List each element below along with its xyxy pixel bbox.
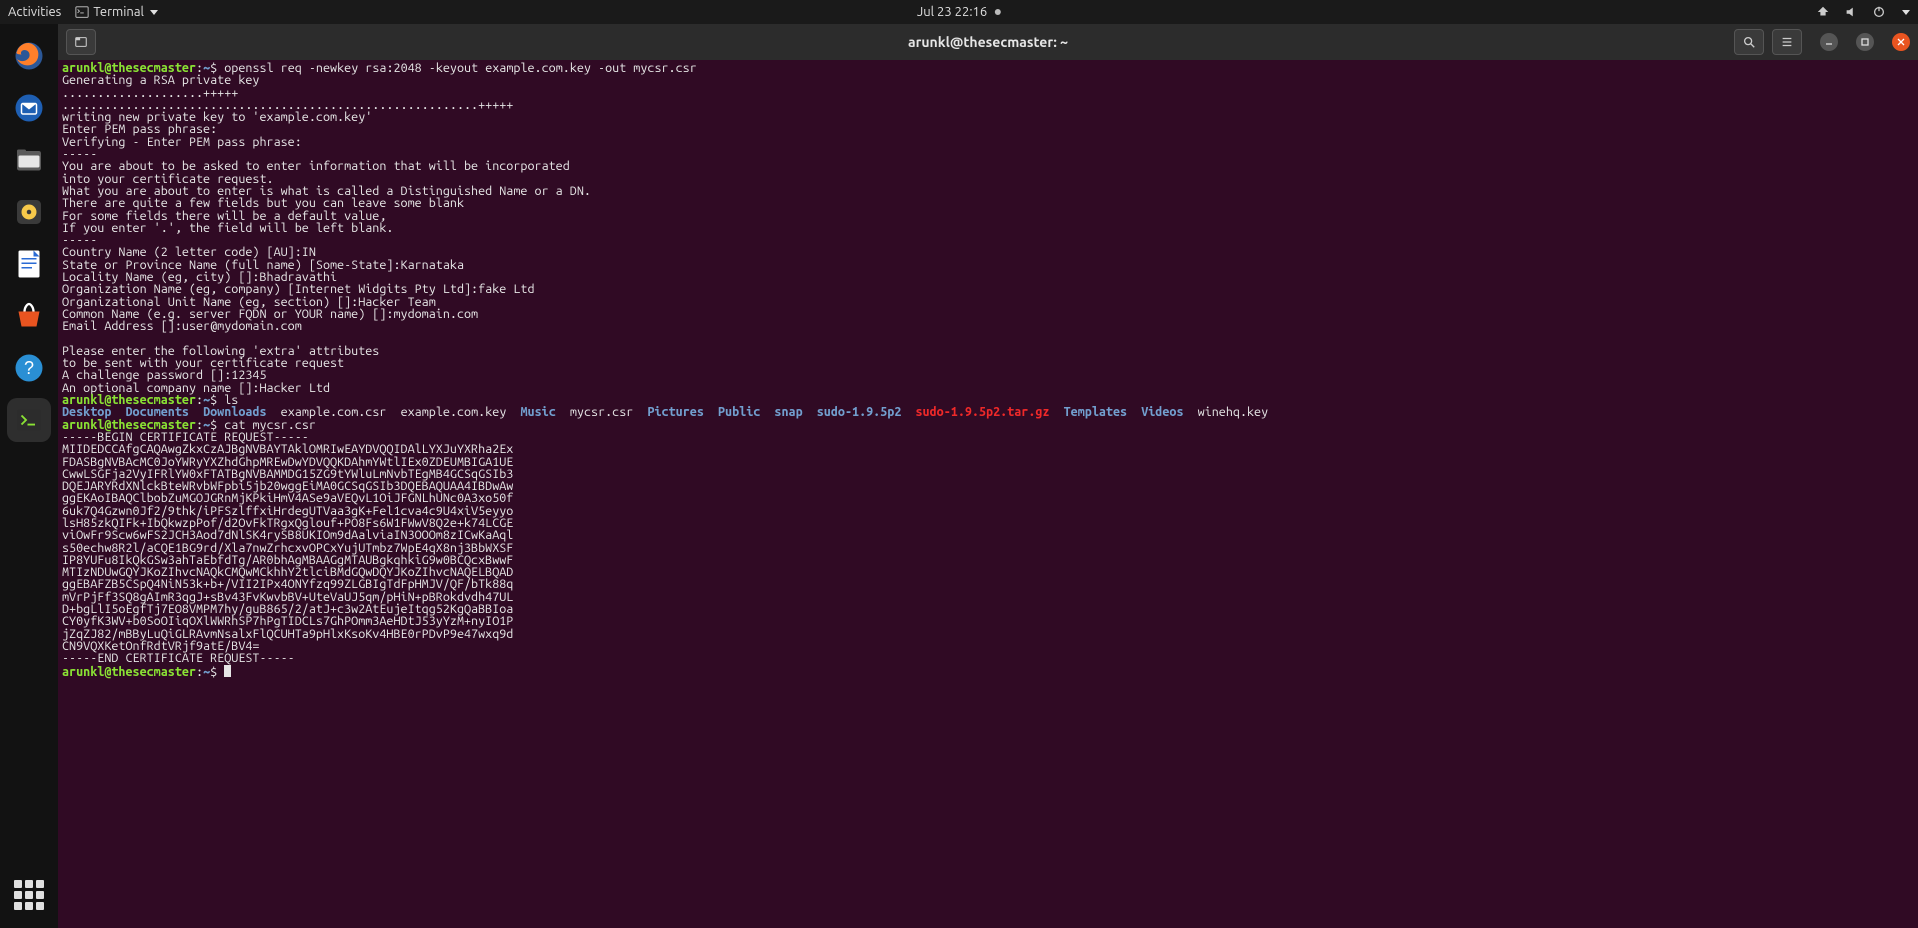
libreoffice-writer-icon (11, 246, 47, 282)
maximize-icon (1861, 38, 1869, 46)
tab-icon (74, 35, 88, 49)
ls-entry: sudo-1.9.5p2.tar.gz (916, 405, 1050, 419)
ls-entry: example.com.key (401, 405, 507, 419)
ls-entry: Music (520, 405, 555, 419)
dock-writer[interactable] (7, 242, 51, 286)
command: openssl req -newkey rsa:2048 -keyout exa… (224, 61, 697, 75)
firefox-icon (11, 38, 47, 74)
menu-button[interactable] (1772, 29, 1802, 55)
dock: ? (0, 24, 58, 928)
show-applications[interactable] (14, 880, 44, 910)
window-titlebar: arunkl@thesecmaster: ~ (58, 24, 1918, 60)
power-icon[interactable] (1872, 5, 1886, 19)
window-title: arunkl@thesecmaster: ~ (908, 34, 1068, 50)
ls-entry: Videos (1141, 405, 1183, 419)
ls-entry: Pictures (647, 405, 703, 419)
help-icon: ? (11, 350, 47, 386)
clock[interactable]: Jul 23 22:16 (917, 5, 987, 19)
gnome-topbar: Activities Terminal Jul 23 22:16 (0, 0, 1918, 24)
files-icon (11, 142, 47, 178)
new-tab-button[interactable] (66, 29, 96, 55)
notification-dot-icon (995, 9, 1001, 15)
dock-software[interactable] (7, 294, 51, 338)
ls-entry: snap (774, 405, 802, 419)
prompt: arunkl@thesecmaster:~$ (62, 665, 217, 679)
output-line: Email Address []:user@mydomain.com (62, 319, 302, 333)
ls-entry: winehq.key (1198, 405, 1269, 419)
dock-rhythmbox[interactable] (7, 190, 51, 234)
output-line: If you enter '.', the field will be left… (62, 221, 393, 235)
app-menu-label: Terminal (93, 5, 144, 19)
network-icon[interactable] (1816, 5, 1830, 19)
minimize-button[interactable] (1820, 33, 1838, 51)
ls-entry: Templates (1064, 405, 1127, 419)
output-line: Verifying - Enter PEM pass phrase: (62, 135, 302, 149)
svg-text:?: ? (24, 358, 34, 378)
minimize-icon (1825, 38, 1833, 46)
terminal-app-icon (11, 402, 47, 438)
maximize-button[interactable] (1856, 33, 1874, 51)
close-button[interactable] (1892, 33, 1910, 51)
search-icon (1742, 35, 1756, 49)
dock-thunderbird[interactable] (7, 86, 51, 130)
ubuntu-software-icon (11, 298, 47, 334)
dock-files[interactable] (7, 138, 51, 182)
dock-firefox[interactable] (7, 34, 51, 78)
thunderbird-icon (11, 90, 47, 126)
hamburger-icon (1780, 35, 1794, 49)
rhythmbox-icon (11, 194, 47, 230)
ls-entry: sudo-1.9.5p2 (817, 405, 902, 419)
volume-icon[interactable] (1844, 5, 1858, 19)
terminal-icon (75, 5, 89, 19)
app-menu[interactable]: Terminal (75, 5, 158, 19)
activities-button[interactable]: Activities (8, 5, 61, 19)
close-icon (1897, 38, 1905, 46)
cursor (224, 665, 231, 677)
ls-entry: Public (718, 405, 760, 419)
dock-terminal[interactable] (7, 398, 51, 442)
terminal-viewport[interactable]: arunkl@thesecmaster:~$ openssl req -newk… (58, 60, 1918, 928)
ls-entry: mycsr.csr (570, 405, 633, 419)
chevron-down-icon (150, 10, 158, 15)
csr-line: -----END CERTIFICATE REQUEST----- (62, 651, 295, 665)
search-button[interactable] (1734, 29, 1764, 55)
chevron-down-icon[interactable] (1902, 10, 1910, 15)
dock-help[interactable]: ? (7, 346, 51, 390)
